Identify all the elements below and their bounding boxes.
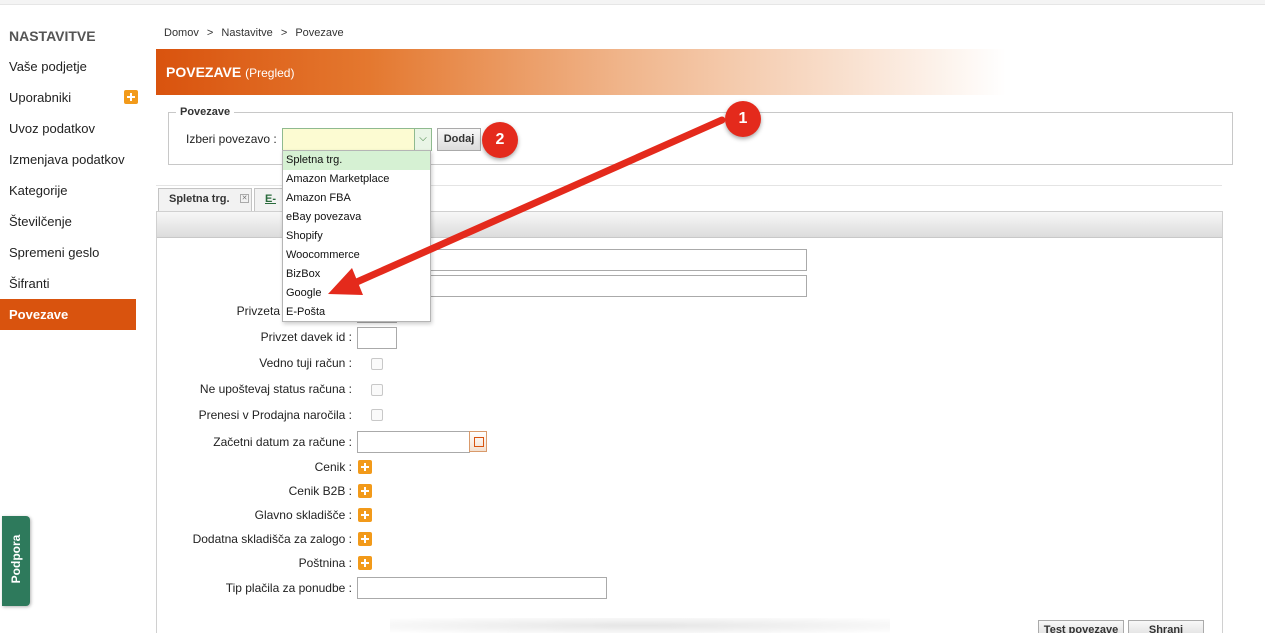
dropdown-option[interactable]: Shopify <box>283 227 430 246</box>
sidebar: NASTAVITVE Vaše podjetje Uporabniki Uvoz… <box>0 20 138 330</box>
sidebar-item-label: Šifranti <box>9 276 50 291</box>
vedno-tuji-checkbox[interactable] <box>371 358 383 370</box>
chevron-down-icon[interactable]: ⌵ <box>414 128 432 151</box>
glavno-skladisce-label: Glavno skladišče : <box>254 508 352 522</box>
privzet-davek-input[interactable] <box>357 327 397 349</box>
zacetni-datum-label: Začetni datum za račune : <box>213 435 352 449</box>
sidebar-item-spremeni-geslo[interactable]: Spremeni geslo <box>0 237 136 268</box>
breadcrumb-home[interactable]: Domov <box>164 27 199 39</box>
breadcrumb-separator: > <box>206 27 214 39</box>
tip-placila-label: Tip plačila za ponudbe : <box>225 581 352 595</box>
dropdown-option[interactable]: Woocommerce <box>283 246 430 265</box>
fieldset-legend: Povezave <box>176 106 235 118</box>
privzet-davek-label: Privzet davek id : <box>260 330 352 344</box>
sidebar-title: NASTAVITVE <box>9 28 96 44</box>
sidebar-item-label: Vaše podjetje <box>9 59 87 74</box>
breadcrumb-separator: > <box>280 27 288 39</box>
test-povezave-button[interactable]: Test povezave <box>1038 620 1124 633</box>
plus-icon[interactable] <box>358 460 372 474</box>
tab-spletna-trg[interactable]: Spletna trg. ✕ <box>158 188 252 211</box>
breadcrumb: Domov > Nastavitve > Povezave <box>164 27 349 39</box>
calendar-icon[interactable] <box>469 431 487 452</box>
sidebar-item-label: Številčenje <box>9 214 72 229</box>
dropdown-option[interactable]: eBay povezava <box>283 208 430 227</box>
page-title: POVEZAVE <box>166 64 242 80</box>
breadcrumb-nastavitve[interactable]: Nastavitve <box>221 27 272 39</box>
ne-upostevaj-label: Ne upoštevaj status računa : <box>199 382 352 396</box>
povezava-select[interactable] <box>282 128 432 151</box>
izberi-povezavo-label: Izberi povezavo : <box>186 132 277 146</box>
dropdown-option-google[interactable]: Google <box>283 284 430 303</box>
cenik-label: Cenik : <box>314 460 352 474</box>
dropdown-option[interactable]: BizBox <box>283 265 430 284</box>
plus-icon[interactable] <box>358 532 372 546</box>
sidebar-item-label: Kategorije <box>9 183 68 198</box>
top-bar <box>0 0 1265 5</box>
sidebar-item-label: Izmenjava podatkov <box>9 152 125 167</box>
zacetni-datum-input[interactable] <box>357 431 470 453</box>
sidebar-item-label: Uporabniki <box>9 90 72 105</box>
sidebar-item-uporabniki[interactable]: Uporabniki <box>0 82 138 113</box>
sidebar-item-label: Povezave <box>9 307 69 322</box>
plus-icon[interactable] <box>358 484 372 498</box>
shadow-overlay <box>390 618 890 633</box>
plus-icon[interactable] <box>358 556 372 570</box>
tab-label: Spletna trg. <box>169 193 230 205</box>
plus-icon[interactable] <box>124 90 138 104</box>
badge-one: 1 <box>725 101 761 137</box>
dropdown-option[interactable]: Amazon FBA <box>283 189 430 208</box>
sidebar-item-sifranti[interactable]: Šifranti <box>0 268 136 299</box>
tip-placila-input[interactable] <box>357 577 607 599</box>
sidebar-item-label: Uvoz podatkov <box>9 121 95 136</box>
postnina-label: Poštnina : <box>298 556 352 570</box>
privzeta-label: Privzeta <box>236 304 280 318</box>
dropdown-option[interactable]: E-Pošta <box>283 303 430 322</box>
badge-two: 2 <box>482 122 518 158</box>
sidebar-item-izmenjava-podatkov[interactable]: Izmenjava podatkov <box>0 144 136 175</box>
dropdown-option[interactable]: Amazon Marketplace <box>283 170 430 189</box>
page-subtitle: (Pregled) <box>245 66 295 80</box>
cenik-b2b-label: Cenik B2B : <box>288 484 352 498</box>
sidebar-item-label: Spremeni geslo <box>9 245 100 260</box>
sidebar-item-kategorije[interactable]: Kategorije <box>0 175 136 206</box>
shrani-button[interactable]: Shrani <box>1128 620 1204 633</box>
tab-e-posta[interactable]: E-P <box>254 188 284 226</box>
support-tab[interactable]: Podpora <box>2 516 30 606</box>
page-header: POVEZAVE (Pregled) <box>156 49 1006 95</box>
ne-upostevaj-checkbox[interactable] <box>371 384 383 396</box>
close-icon[interactable]: ✕ <box>240 194 249 203</box>
povezava-dropdown-list: Spletna trg. Amazon Marketplace Amazon F… <box>282 150 431 322</box>
prenesi-checkbox[interactable] <box>371 409 383 421</box>
plus-icon[interactable] <box>358 508 372 522</box>
vedno-tuji-label: Vedno tuji račun : <box>259 356 352 370</box>
prenesi-label: Prenesi v Prodajna naročila : <box>198 408 352 422</box>
sidebar-item-stevilcenje[interactable]: Številčenje <box>0 206 136 237</box>
dodaj-button[interactable]: Dodaj <box>437 128 481 151</box>
support-tab-label: Podpora <box>9 534 23 584</box>
breadcrumb-povezave: Povezave <box>295 27 344 39</box>
dodatna-skladisca-label: Dodatna skladišča za zalogo : <box>192 532 352 546</box>
dropdown-option[interactable]: Spletna trg. <box>283 151 430 170</box>
sidebar-item-vase-podjetje[interactable]: Vaše podjetje <box>0 51 136 82</box>
sidebar-item-uvoz-podatkov[interactable]: Uvoz podatkov <box>0 113 136 144</box>
